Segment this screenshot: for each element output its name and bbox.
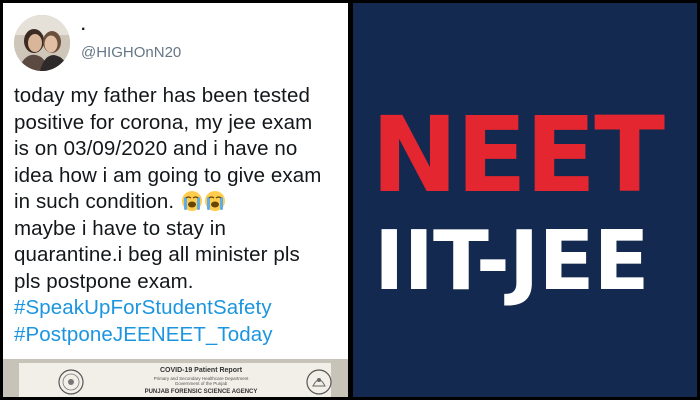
loudly-crying-face-icon: [205, 191, 226, 211]
profile-photo-avatar: [14, 15, 70, 71]
hashtag-link[interactable]: #PostponeJEENEET_Today: [14, 322, 344, 349]
tweet-text-line: pls postpone exam.: [14, 269, 194, 293]
attached-photo[interactable]: COVID-19 Patient Report Primary and Seco…: [3, 359, 348, 397]
report-subtitle-line: Government of the Punjab: [174, 381, 228, 386]
tweet-text-line: idea how i am going to give exam: [14, 163, 322, 187]
report-agency: PUNJAB FORENSIC SCIENCE AGENCY: [144, 389, 258, 395]
collage-frame: . @HIGHOnN20 today my father has been te…: [0, 0, 700, 400]
tweet-card: . @HIGHOnN20 today my father has been te…: [3, 3, 348, 397]
covid-report-document: COVID-19 Patient Report Primary and Seco…: [19, 363, 332, 397]
report-subtitle: Primary and Secondary Healthcare Departm…: [103, 376, 299, 386]
user-handle[interactable]: @HIGHOnN20: [81, 44, 181, 62]
tweet-text: today my father has been tested positive…: [14, 83, 344, 348]
tweet-text-line: maybe i have to stay in: [14, 216, 226, 240]
report-title: COVID-19 Patient Report: [159, 367, 243, 374]
display-name[interactable]: .: [81, 17, 85, 35]
tweet-text-line: today my father has been tested: [14, 84, 310, 107]
tweet-text-line: is on 03/09/2020 and i have no: [14, 137, 298, 160]
agency-seal-icon: [306, 369, 332, 395]
avatar[interactable]: [14, 15, 70, 71]
loudly-crying-face-icon: [182, 191, 203, 211]
hashtag-link[interactable]: #SpeakUpForStudentSafety: [14, 295, 344, 322]
government-seal-icon: [58, 369, 84, 395]
tweet-text-line: in such condition.: [14, 190, 175, 213]
logo-iit-jee-text: IIT-JEE: [374, 214, 649, 309]
exam-logo-panel: NEET IIT-JEE: [353, 3, 697, 397]
tweet-text-line-with-emoji: in such condition.: [14, 189, 344, 216]
logo-neet-text: NEET: [371, 94, 665, 216]
tweet-text-line: quarantine.i beg all minister pls: [14, 243, 300, 266]
tweet-text-line: positive for corona, my jee exam: [14, 110, 313, 134]
